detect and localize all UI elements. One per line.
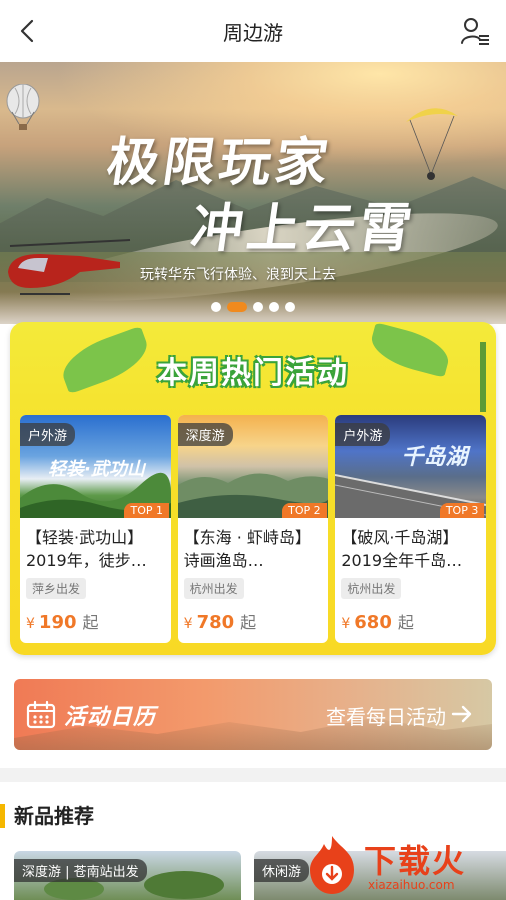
view-daily-activities-link[interactable]: 查看每日活动 — [326, 701, 446, 730]
currency-symbol: ¥ — [26, 616, 35, 632]
paraglider-icon — [406, 108, 458, 180]
departure-tag: 杭州出发 — [341, 578, 402, 599]
new-recommend-title: 新品推荐 — [14, 804, 94, 828]
activity-price: ¥680 起 — [341, 609, 414, 633]
activity-image-text: 千岛湖 — [401, 445, 468, 470]
section-divider — [0, 768, 506, 782]
back-arrow-icon[interactable] — [14, 17, 42, 45]
departure-tag: 杭州出发 — [183, 578, 244, 599]
currency-symbol: ¥ — [183, 616, 193, 632]
activity-price: ¥190 起 — [26, 609, 99, 633]
rank-badge: TOP 1 — [124, 503, 169, 518]
page: 周边游 极限玩家 冲上云霄 玩转华东飞行体验、浪到天上去 本周热门活动 轻装·武… — [0, 0, 506, 900]
new-product-card[interactable]: 深度游 | 苍南站出发 — [14, 851, 241, 900]
carousel-dot[interactable] — [285, 302, 295, 312]
carousel-dot[interactable] — [269, 302, 279, 312]
arrow-right-icon[interactable] — [450, 702, 474, 726]
watermark-url: xiazaihuo.com — [368, 878, 455, 892]
activity-name: 【破风·千岛湖】2019全年千岛… — [341, 528, 463, 570]
rank-badge: TOP 2 — [282, 503, 327, 518]
activity-type-tag: 深度游 — [177, 423, 233, 446]
price-value: 680 — [354, 612, 392, 633]
banner-headline-line1: 极限玩家 — [103, 132, 336, 193]
product-type-tag: 深度游 | 苍南站出发 — [14, 859, 147, 882]
activity-image: 千岛湖 户外游 TOP 3 — [335, 415, 487, 518]
flame-logo-icon — [310, 836, 354, 894]
activity-type-tag: 户外游 — [335, 423, 391, 446]
hot-activities-title: 本周热门活动 — [157, 356, 349, 391]
activity-image: 深度游 TOP 2 — [177, 415, 329, 518]
activity-type-tag: 户外游 — [20, 423, 76, 446]
user-menu-icon[interactable] — [460, 16, 490, 46]
activity-card[interactable]: 千岛湖 户外游 TOP 3 【破风·千岛湖】2019全年千岛… 杭州出发 ¥68… — [335, 415, 487, 643]
hot-activities-section: 本周热门活动 轻装·武功山 户外游 TOP 1 【轻装·武功山】2019年，徒步… — [10, 322, 496, 655]
carousel-dot[interactable] — [253, 302, 263, 312]
price-from: 起 — [240, 613, 257, 632]
carousel-dot-active[interactable] — [227, 302, 247, 312]
price-value: 190 — [38, 612, 77, 633]
rank-badge: TOP 3 — [439, 503, 485, 518]
calendar-icon — [26, 700, 56, 729]
activity-calendar-banner[interactable]: 活动日历 查看每日活动 — [14, 679, 492, 750]
page-title: 周边游 — [223, 20, 283, 45]
activity-image: 轻装·武功山 户外游 TOP 1 — [20, 415, 171, 518]
activity-price: ¥780 起 — [184, 609, 257, 633]
top-nav-bar: 周边游 — [0, 0, 506, 62]
banner-subline: 玩转华东飞行体验、浪到天上去 — [140, 267, 336, 283]
departure-tag: 萍乡出发 — [26, 578, 87, 599]
hot-activity-cards: 轻装·武功山 户外游 TOP 1 【轻装·武功山】2019年，徒步… 萍乡出发 … — [20, 415, 487, 643]
activity-card[interactable]: 轻装·武功山 户外游 TOP 1 【轻装·武功山】2019年，徒步… 萍乡出发 … — [20, 415, 171, 643]
watermark-logo: 下载火 xiazaihuo.com — [296, 830, 506, 900]
watermark-text: 下载火 — [364, 842, 467, 880]
hot-air-balloon-icon — [6, 84, 40, 130]
currency-symbol: ¥ — [341, 616, 351, 632]
activity-name: 【东海 · 虾峙岛】诗画渔岛… — [183, 528, 311, 570]
carousel-dot[interactable] — [211, 302, 221, 312]
activity-name: 【轻装·武功山】2019年，徒步… — [26, 528, 147, 570]
promo-banner[interactable]: 极限玩家 冲上云霄 玩转华东飞行体验、浪到天上去 — [0, 62, 506, 324]
price-from: 起 — [82, 613, 99, 632]
price-value: 780 — [196, 612, 235, 633]
banner-headline-line2: 冲上云霄 — [187, 198, 420, 259]
price-from: 起 — [397, 613, 414, 632]
helicopter-icon — [8, 239, 131, 295]
activity-card[interactable]: 深度游 TOP 2 【东海 · 虾峙岛】诗画渔岛… 杭州出发 ¥780 起 — [177, 415, 329, 643]
carousel-indicator — [0, 302, 506, 312]
activity-image-text: 轻装·武功山 — [48, 459, 145, 480]
section-accent-bar — [0, 804, 5, 828]
calendar-title: 活动日历 — [64, 705, 157, 730]
